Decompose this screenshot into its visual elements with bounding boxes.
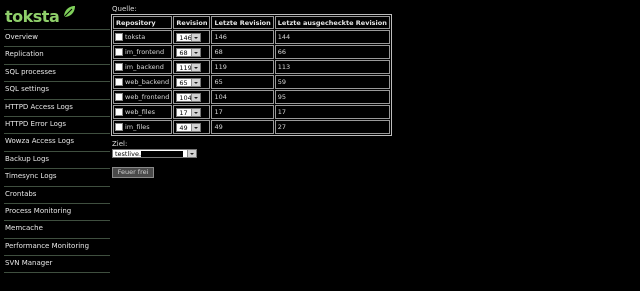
repo-checkbox[interactable]: [115, 108, 123, 116]
chevron-down-icon: [191, 78, 201, 86]
repo-checkbox[interactable]: [115, 93, 123, 101]
sidebar-nav: Overview Replication SQL processes SQL s…: [4, 29, 110, 274]
checked-out-revision: 113: [274, 60, 390, 74]
chevron-down-icon: [187, 150, 196, 157]
checked-out-revision: 17: [274, 105, 390, 119]
repo-name: web_frontend: [125, 93, 170, 101]
last-revision: 146: [211, 30, 274, 44]
target-select[interactable]: testlive.: [112, 149, 197, 158]
repo-name: im_backend: [125, 63, 164, 71]
table-row: im_files 49 49 27: [113, 120, 390, 134]
table-header-row: Repository Revision Letzte Revision Letz…: [113, 16, 390, 29]
fire-button[interactable]: Feuer frei: [112, 167, 154, 178]
checked-out-revision: 66: [274, 45, 390, 59]
sidebar-item-sql-processes[interactable]: SQL processes: [4, 63, 110, 81]
checked-out-revision: 59: [274, 75, 390, 89]
sidebar-item-sql-settings[interactable]: SQL settings: [4, 81, 110, 98]
repo-name: web_files: [125, 108, 155, 116]
last-revision: 68: [211, 45, 274, 59]
chevron-down-icon: [191, 63, 201, 71]
logo-text: toksta: [5, 7, 60, 26]
repo-name: web_backend: [125, 78, 170, 86]
chevron-down-icon: [191, 48, 201, 56]
sidebar-item-httpd-access-logs[interactable]: HTTPD Access Logs: [4, 98, 110, 116]
repo-name: toksta: [125, 33, 146, 41]
repo-checkbox[interactable]: [115, 33, 123, 41]
table-row: im_frontend 68 68 66: [113, 45, 390, 59]
last-revision: 49: [211, 120, 274, 134]
repository-table: Repository Revision Letzte Revision Letz…: [111, 14, 392, 136]
table-row: web_frontend 104 104 95: [113, 90, 390, 104]
table-row: web_backend 65 65 59: [113, 75, 390, 89]
repo-name: im_files: [125, 123, 150, 131]
repo-checkbox[interactable]: [115, 48, 123, 56]
repo-name: im_frontend: [125, 48, 165, 56]
sidebar-item-memcache[interactable]: Memcache: [4, 220, 110, 237]
chevron-down-icon: [191, 108, 201, 116]
sidebar-item-replication[interactable]: Replication: [4, 46, 110, 63]
repo-checkbox[interactable]: [115, 63, 123, 71]
chevron-down-icon: [191, 93, 201, 101]
target-value: testlive.: [115, 150, 142, 158]
chevron-down-icon: [191, 33, 201, 41]
revision-select[interactable]: 68: [176, 47, 202, 57]
sidebar-item-process-monitoring[interactable]: Process Monitoring: [4, 202, 110, 220]
toksta-logo[interactable]: toksta: [5, 4, 75, 26]
redacted-text: [141, 151, 183, 157]
repo-checkbox[interactable]: [115, 123, 123, 131]
table-row: im_backend 119 119 113: [113, 60, 390, 74]
revision-select[interactable]: 49: [176, 122, 202, 132]
revision-select[interactable]: 17: [176, 107, 202, 117]
header-revision: Revision: [173, 16, 211, 29]
last-revision: 119: [211, 60, 274, 74]
leaf-icon: [63, 6, 75, 18]
revision-select[interactable]: 65: [176, 77, 202, 87]
sidebar-item-timesync-logs[interactable]: Timesync Logs: [4, 168, 110, 185]
checked-out-revision: 27: [274, 120, 390, 134]
header-last-revision: Letzte Revision: [211, 16, 274, 29]
revision-select[interactable]: 104: [176, 92, 202, 102]
sidebar-item-wowza-access-logs[interactable]: Wowza Access Logs: [4, 133, 110, 150]
main-content: Quelle: Repository Revision Letzte Revis…: [111, 0, 640, 291]
chevron-down-icon: [191, 123, 201, 131]
target-label: Ziel:: [112, 140, 128, 148]
header-last-checked-out-revision: Letzte ausgecheckte Revision: [274, 16, 390, 29]
sidebar: toksta Overview Replication SQL processe…: [0, 0, 110, 291]
source-label: Quelle:: [112, 5, 137, 13]
sidebar-item-svn-manager[interactable]: SVN Manager: [4, 255, 110, 274]
repo-checkbox[interactable]: [115, 78, 123, 86]
sidebar-item-overview[interactable]: Overview: [4, 29, 110, 46]
revision-select[interactable]: 119: [176, 62, 202, 72]
table-row: toksta 146 146 144: [113, 30, 390, 44]
table-row: web_files 17 17 17: [113, 105, 390, 119]
revision-select[interactable]: 146: [176, 32, 202, 42]
header-repository: Repository: [113, 16, 173, 29]
sidebar-item-httpd-error-logs[interactable]: HTTPD Error Logs: [4, 115, 110, 133]
sidebar-item-crontabs[interactable]: Crontabs: [4, 185, 110, 203]
checked-out-revision: 144: [274, 30, 390, 44]
sidebar-item-backup-logs[interactable]: Backup Logs: [4, 150, 110, 168]
checked-out-revision: 95: [274, 90, 390, 104]
last-revision: 17: [211, 105, 274, 119]
sidebar-item-performance-monitoring[interactable]: Performance Monitoring: [4, 237, 110, 255]
last-revision: 65: [211, 75, 274, 89]
last-revision: 104: [211, 90, 274, 104]
